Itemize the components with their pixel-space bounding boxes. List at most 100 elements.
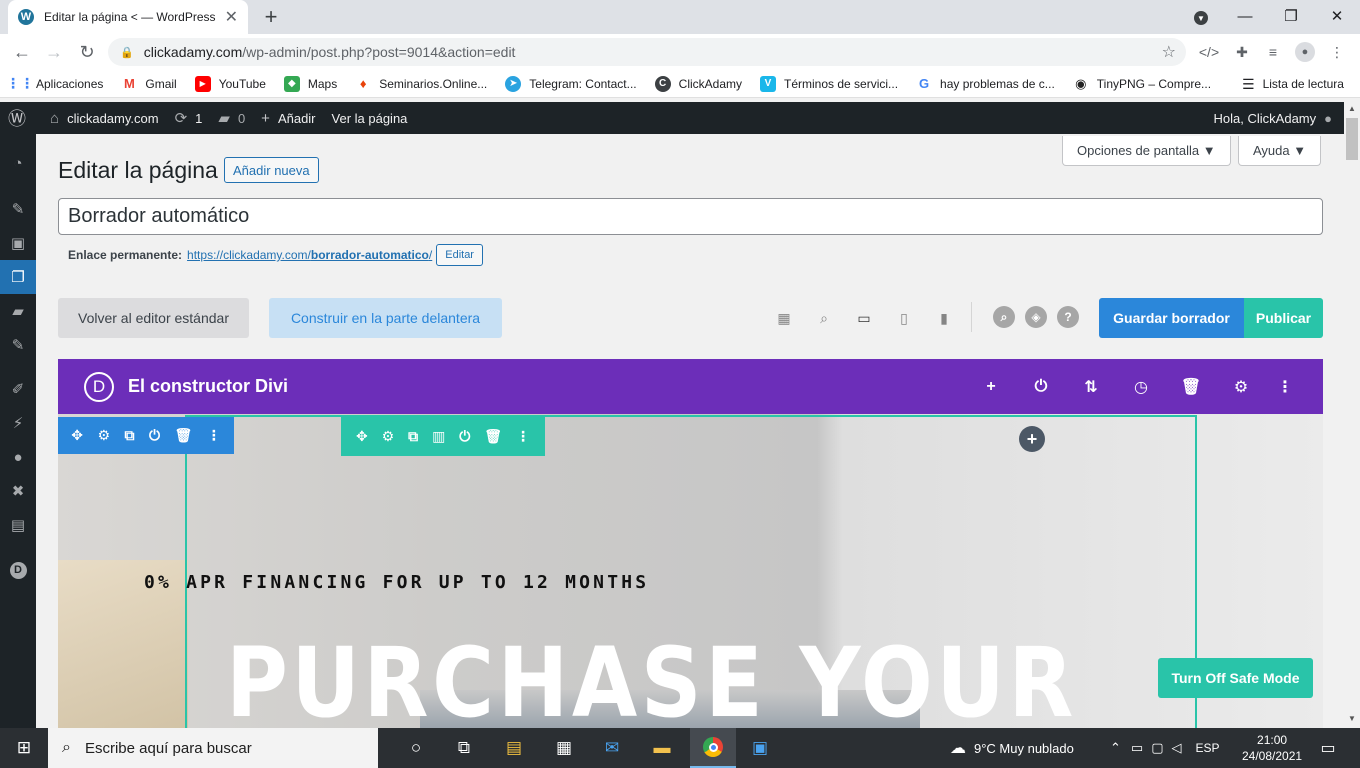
plugins-icon[interactable]: ⚡ bbox=[0, 406, 36, 440]
task-view-icon[interactable]: ⧉ bbox=[446, 734, 482, 762]
reading-list-button[interactable]: ☰ Lista de lectura bbox=[1242, 70, 1344, 98]
new-tab-button[interactable]: + bbox=[258, 4, 284, 30]
forward-button[interactable]: → bbox=[41, 39, 67, 65]
duplicate-icon[interactable]: ⧉ bbox=[124, 427, 134, 444]
layout-icon[interactable]: ▦ bbox=[772, 306, 796, 330]
search-modules-icon[interactable]: ⌕ bbox=[993, 306, 1015, 328]
history-icon[interactable]: ◷ bbox=[1130, 377, 1152, 397]
zoom-icon[interactable]: ⌕ bbox=[812, 306, 836, 330]
calculator-icon[interactable]: ▦ bbox=[546, 734, 582, 762]
scroll-down-icon[interactable]: ▼ bbox=[1346, 714, 1358, 724]
tools-wrench-icon[interactable]: ✖ bbox=[0, 474, 36, 508]
settings-gear-icon[interactable]: ⚙ bbox=[1230, 377, 1252, 397]
windows-start-icon[interactable]: ⊞ bbox=[6, 734, 42, 762]
view-page-link[interactable]: Ver la página bbox=[332, 111, 408, 126]
notifications-icon[interactable]: ▭ bbox=[1310, 734, 1346, 762]
screen-options-button[interactable]: Opciones de pantalla ▼ bbox=[1062, 136, 1231, 166]
address-bar[interactable]: 🔒 clickadamy.com/wp-admin/post.php?post=… bbox=[108, 38, 1186, 66]
scroll-up-icon[interactable]: ▲ bbox=[1346, 104, 1358, 114]
desktop-view-icon[interactable]: ▭ bbox=[852, 306, 876, 330]
more-options-icon[interactable]: ⋮ bbox=[1274, 377, 1296, 397]
post-title-input[interactable] bbox=[58, 198, 1323, 235]
bookmark-clickadamy[interactable]: C ClickAdamy bbox=[654, 75, 742, 92]
standard-editor-button[interactable]: Volver al editor estándar bbox=[58, 298, 249, 338]
updates-menu[interactable]: ⟳ 1 bbox=[175, 109, 203, 127]
close-tab-icon[interactable]: ✕ bbox=[225, 7, 238, 27]
permalink-edit-button[interactable]: Editar bbox=[436, 244, 483, 266]
add-module-button[interactable]: + bbox=[1019, 426, 1045, 452]
safe-mode-button[interactable]: Turn Off Safe Mode bbox=[1158, 658, 1313, 698]
code-extension-icon[interactable]: </> bbox=[1198, 41, 1220, 63]
settings-icon[interactable]: ▤ bbox=[0, 508, 36, 542]
trash-icon[interactable]: 🗑 bbox=[1180, 377, 1202, 397]
tablet-view-icon[interactable]: ▯ bbox=[892, 306, 916, 330]
mail-icon[interactable]: ✉ bbox=[594, 734, 630, 762]
media-control-icon[interactable]: ≡ bbox=[1262, 41, 1284, 63]
bookmark-tinypng[interactable]: ◉ TinyPNG – Compre... bbox=[1073, 76, 1211, 92]
language-indicator[interactable]: ESP bbox=[1196, 741, 1220, 755]
cortana-icon[interactable]: ○ bbox=[398, 734, 434, 762]
dashboard-icon[interactable]: ◔ bbox=[0, 146, 36, 180]
bookmark-star-icon[interactable]: ☆ bbox=[1162, 42, 1176, 62]
save-library-icon[interactable]: ⏻ bbox=[149, 427, 160, 444]
save-draft-button[interactable]: Guardar borrador bbox=[1099, 298, 1244, 338]
bookmark-terminos[interactable]: V Términos de servici... bbox=[760, 75, 898, 92]
phone-view-icon[interactable]: ▮ bbox=[932, 306, 956, 330]
columns-icon[interactable]: ▥ bbox=[432, 428, 445, 445]
more-icon[interactable]: ⋮ bbox=[207, 427, 221, 444]
pages-icon[interactable]: ❐ bbox=[0, 260, 36, 294]
save-library-icon[interactable]: ⏻ bbox=[459, 428, 470, 445]
bookmark-telegram[interactable]: ➤ Telegram: Contact... bbox=[505, 75, 637, 92]
chrome-menu-icon[interactable]: ⋮ bbox=[1326, 41, 1348, 63]
browser-tab[interactable]: W Editar la página < — WordPress ✕ bbox=[8, 0, 248, 34]
move-icon[interactable]: ✥ bbox=[356, 428, 368, 445]
store-icon[interactable]: ▤ bbox=[496, 734, 532, 762]
bookmark-seminarios[interactable]: ♦ Seminarios.Online... bbox=[355, 76, 487, 92]
meet-icon[interactable]: ▭ bbox=[1131, 740, 1143, 756]
wp-logo-menu[interactable]: Ⓦ bbox=[8, 105, 34, 131]
media-icon[interactable]: ▣ bbox=[0, 226, 36, 260]
scrollbar-thumb[interactable] bbox=[1346, 118, 1358, 160]
page-scrollbar[interactable] bbox=[1344, 102, 1360, 728]
help-button[interactable]: Ayuda ▼ bbox=[1238, 136, 1322, 166]
minimize-button[interactable]: — bbox=[1222, 0, 1268, 32]
chevron-up-icon[interactable]: ⌃ bbox=[1110, 740, 1121, 756]
volume-icon[interactable]: ◁ bbox=[1172, 740, 1182, 756]
divi-icon[interactable]: D bbox=[0, 553, 36, 587]
restore-button[interactable]: ❐ bbox=[1268, 0, 1314, 32]
duplicate-icon[interactable]: ⧉ bbox=[408, 428, 418, 445]
help-question-icon[interactable]: ? bbox=[1057, 306, 1079, 328]
projects-pin-icon[interactable]: ✎ bbox=[0, 328, 36, 362]
taskbar-search[interactable]: ⌕ Escribe aquí para buscar bbox=[48, 728, 378, 768]
delete-icon[interactable]: 🗑 bbox=[174, 427, 192, 444]
layers-icon[interactable]: ◈ bbox=[1025, 306, 1047, 328]
bookmark-gmail[interactable]: M Gmail bbox=[121, 76, 177, 92]
tray-icons[interactable]: ⌃ ▭ ▢ ◁ ESP bbox=[1110, 728, 1220, 768]
add-section-icon[interactable]: + bbox=[980, 377, 1002, 397]
new-content-menu[interactable]: + Añadir bbox=[261, 110, 315, 127]
bookmark-maps[interactable]: ◆ Maps bbox=[283, 75, 337, 92]
comments-icon[interactable]: ▰ bbox=[0, 294, 36, 328]
add-new-button[interactable]: Añadir nueva bbox=[224, 157, 319, 183]
back-button[interactable]: ← bbox=[9, 39, 35, 65]
chrome-taskbar-icon[interactable] bbox=[690, 728, 736, 768]
publish-button[interactable]: Publicar bbox=[1244, 298, 1323, 338]
more-icon[interactable]: ⋮ bbox=[516, 428, 530, 445]
posts-pin-icon[interactable]: ✎ bbox=[0, 192, 36, 226]
tab-search-icon[interactable]: ▼ bbox=[1178, 2, 1224, 34]
comments-menu[interactable]: ▰ 0 bbox=[218, 109, 245, 127]
sort-icon[interactable]: ⇅ bbox=[1080, 377, 1102, 397]
bookmark-youtube[interactable]: ▶ YouTube bbox=[194, 75, 266, 92]
network-icon[interactable]: ▢ bbox=[1151, 740, 1163, 756]
photos-icon[interactable]: ▣ bbox=[742, 734, 778, 762]
delete-icon[interactable]: 🗑 bbox=[484, 428, 502, 445]
file-explorer-icon[interactable]: ▬ bbox=[644, 734, 680, 762]
permalink-link[interactable]: https://clickadamy.com/borrador-automati… bbox=[187, 248, 432, 262]
power-icon[interactable]: ⏻ bbox=[1030, 377, 1052, 397]
frontend-builder-button[interactable]: Construir en la parte delantera bbox=[269, 298, 502, 338]
users-icon[interactable]: ● bbox=[0, 440, 36, 474]
settings-gear-icon[interactable]: ⚙ bbox=[382, 428, 395, 445]
move-icon[interactable]: ✥ bbox=[71, 427, 83, 444]
puzzle-extensions-icon[interactable]: ✚ bbox=[1231, 41, 1253, 63]
close-window-button[interactable]: ✕ bbox=[1314, 0, 1360, 32]
